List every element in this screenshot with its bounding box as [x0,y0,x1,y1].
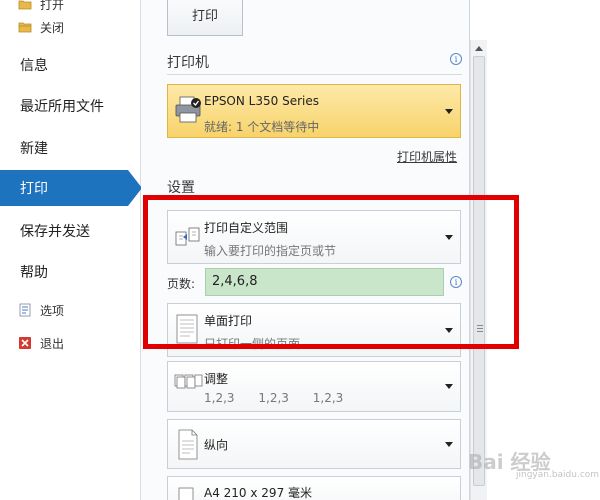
portrait-icon [174,429,202,460]
collate-value: 1,2,3 [312,391,344,405]
active-arrow-indicator [128,170,142,206]
collate-dropdown[interactable]: 调整 1,2,3 1,2,3 1,2,3 [167,361,461,412]
options-icon [18,303,32,317]
nav-item-options[interactable]: 选项 [18,300,64,320]
folder-open-icon [18,0,32,11]
folder-close-icon [18,20,32,34]
printer-dropdown[interactable]: EPSON L350 Series 就绪: 1 个文档等待中 [167,84,461,138]
nav-item-info[interactable]: 信息 [0,47,141,83]
scroll-up-arrow-icon[interactable] [475,46,483,51]
orientation-dropdown[interactable]: 纵向 [167,419,461,469]
chevron-down-icon [445,384,453,389]
paper-size-dropdown[interactable]: A4 210 x 297 毫米 [167,476,461,500]
nav-item-new[interactable]: 新建 [0,130,141,166]
printer-properties-link[interactable]: 打印机属性 [397,148,457,165]
collate-value: 1,2,3 [204,391,235,405]
nav-item-help-label: 帮助 [20,265,48,281]
nav-item-info-label: 信息 [20,58,48,74]
print-button-label: 打印 [191,8,218,24]
printer-status: 就绪: 1 个文档等待中 [204,120,320,134]
nav-item-recent[interactable]: 最近所用文件 [0,88,141,124]
nav-item-open-label: 打开 [40,0,65,12]
nav-item-new-label: 新建 [20,141,48,157]
printer-section-title: 打印机 [167,55,209,71]
nav-item-print[interactable]: 打印 [0,170,128,206]
paper-size-title: A4 210 x 297 毫米 [204,486,313,500]
collate-title: 调整 [204,372,229,386]
backstage-nav: 打开 关闭 信息 最近所用文件 新建 打印 保存并发送 帮助 选项 退出 [0,0,142,500]
chevron-down-icon [445,442,453,447]
settings-section-title: 设置 [167,180,195,196]
nav-item-exit-label: 退出 [40,336,65,351]
nav-item-exit[interactable]: 退出 [18,333,64,353]
printer-icon [174,95,202,125]
nav-item-recent-label: 最近所用文件 [20,99,104,115]
nav-item-close[interactable]: 关闭 [18,17,64,37]
collate-value: 1,2,3 [258,391,289,405]
info-icon[interactable]: i [450,53,462,65]
collate-values: 1,2,3 1,2,3 1,2,3 [204,391,363,405]
nav-item-help[interactable]: 帮助 [0,254,141,290]
collate-icon [174,372,203,402]
watermark-url: jingyan.baidu.com [516,470,600,480]
chevron-down-icon [445,109,453,114]
nav-item-save-send-label: 保存并发送 [20,224,90,240]
nav-item-print-label: 打印 [20,181,48,197]
nav-item-close-label: 关闭 [40,20,65,35]
orientation-title: 纵向 [204,438,229,452]
section-divider [167,74,462,75]
annotation-highlight-box [143,195,519,349]
nav-item-save-send[interactable]: 保存并发送 [0,213,141,249]
printer-name: EPSON L350 Series [204,94,319,108]
exit-icon [18,336,32,350]
nav-item-options-label: 选项 [40,303,65,318]
print-button[interactable]: 打印 [167,0,243,36]
paper-icon [174,487,202,500]
nav-item-open[interactable]: 打开 [18,0,64,14]
